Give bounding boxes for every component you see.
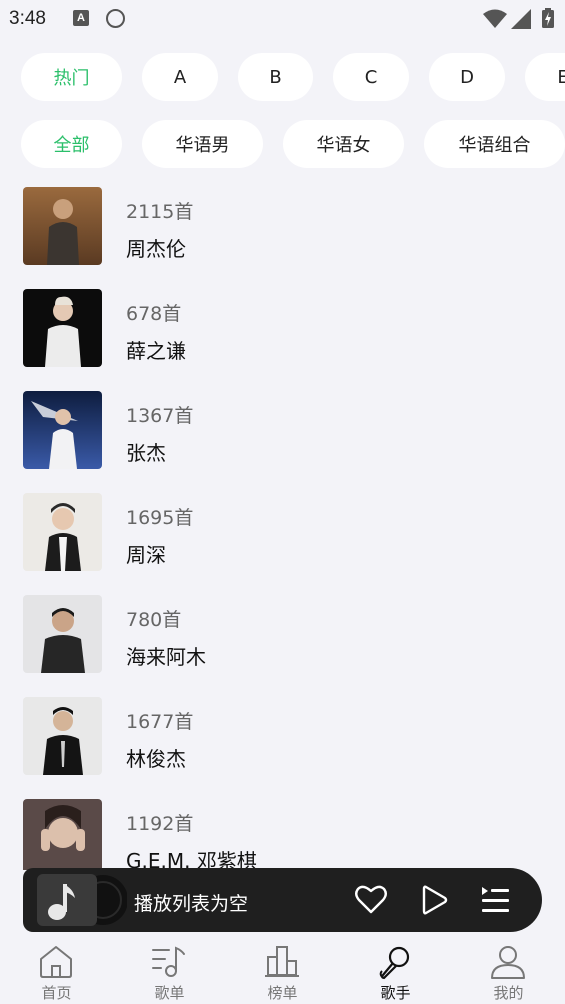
music-note-icon: [37, 874, 127, 926]
nav-item-playlists[interactable]: 歌单: [113, 936, 226, 1004]
mini-player[interactable]: 播放列表为空: [23, 868, 542, 932]
singer-avatar: [23, 187, 102, 265]
singer-row[interactable]: 1695首 周深: [0, 491, 565, 571]
singer-name: 海来阿木: [126, 645, 206, 669]
bar-chart-icon: [265, 946, 299, 977]
player-status-text: 播放列表为空: [134, 893, 249, 915]
singer-song-count: 1192首: [126, 813, 194, 835]
singer-name: G.E.M. 邓紫棋: [126, 849, 257, 870]
singer-name: 林俊杰: [126, 747, 186, 771]
filter-chip-chinese-female[interactable]: 华语女: [283, 120, 404, 168]
heart-icon[interactable]: [354, 883, 388, 917]
singer-song-count: 678首: [126, 303, 182, 325]
singer-row[interactable]: 2115首 周杰伦: [0, 185, 565, 265]
singer-name: 周深: [126, 543, 166, 567]
singer-song-count: 1367首: [126, 405, 194, 427]
singer-avatar: [23, 493, 102, 571]
circle-notification-icon: [106, 9, 125, 28]
nav-item-home[interactable]: 首页: [0, 936, 113, 1004]
singer-avatar: [23, 391, 102, 469]
filter-chip-d[interactable]: D: [429, 53, 505, 101]
singer-song-count: 780首: [126, 609, 182, 631]
nav-label-singers: 歌手: [380, 984, 411, 1002]
wifi-icon: [483, 9, 507, 28]
filter-chip-e[interactable]: E: [525, 53, 565, 101]
singer-avatar: [23, 697, 102, 775]
singer-list: 2115首 周杰伦 678首 薛之谦 1367首 张杰 1695首 周深 780…: [0, 185, 565, 870]
filter-chip-c[interactable]: C: [333, 53, 409, 101]
singer-avatar: [23, 799, 102, 870]
letter-filter-row: 热门 A B C D E: [0, 53, 565, 103]
filter-chip-a[interactable]: A: [142, 53, 218, 101]
playlist-note-icon: [152, 946, 185, 977]
nav-label-mine: 我的: [493, 984, 524, 1002]
singer-avatar: [23, 595, 102, 673]
singer-row[interactable]: 1367首 张杰: [0, 389, 565, 469]
singer-row[interactable]: 780首 海来阿木: [0, 593, 565, 673]
microphone-icon: [379, 946, 410, 980]
signal-icon: [511, 9, 531, 29]
filter-chip-chinese-group[interactable]: 华语组合: [424, 120, 565, 168]
filter-chip-all[interactable]: 全部: [21, 120, 122, 168]
nav-label-charts: 榜单: [267, 984, 298, 1002]
bottom-nav: 首页 歌单 榜单 歌手 我的: [0, 936, 565, 1004]
singer-song-count: 1695首: [126, 507, 194, 529]
singer-row[interactable]: 1192首 G.E.M. 邓紫棋: [0, 797, 565, 870]
play-icon[interactable]: [417, 883, 451, 917]
nav-label-playlists: 歌单: [154, 984, 185, 1002]
singer-name: 周杰伦: [126, 237, 186, 261]
singer-name: 薛之谦: [126, 339, 186, 363]
nav-item-mine[interactable]: 我的: [452, 936, 565, 1004]
text-notification-icon: A: [73, 10, 89, 26]
filter-chip-b[interactable]: B: [238, 53, 313, 101]
singer-row[interactable]: 1677首 林俊杰: [0, 695, 565, 775]
home-icon: [40, 946, 72, 978]
filter-chip-chinese-male[interactable]: 华语男: [142, 120, 263, 168]
nav-item-singers[interactable]: 歌手: [339, 936, 452, 1004]
singer-song-count: 2115首: [126, 201, 194, 223]
nav-label-home: 首页: [41, 984, 72, 1002]
singer-avatar: [23, 289, 102, 367]
category-filter-row: 全部 华语男 华语女 华语组合: [0, 120, 565, 170]
status-time: 3:48: [9, 8, 46, 29]
status-bar: 3:48 A: [0, 0, 565, 40]
singer-song-count: 1677首: [126, 711, 194, 733]
singer-name: 张杰: [126, 441, 166, 465]
person-icon: [491, 946, 525, 979]
playlist-icon[interactable]: [478, 883, 512, 917]
singer-row[interactable]: 678首 薛之谦: [0, 287, 565, 367]
nav-item-charts[interactable]: 榜单: [226, 936, 339, 1004]
battery-charging-icon: [542, 8, 554, 28]
filter-chip-hot[interactable]: 热门: [21, 53, 122, 101]
